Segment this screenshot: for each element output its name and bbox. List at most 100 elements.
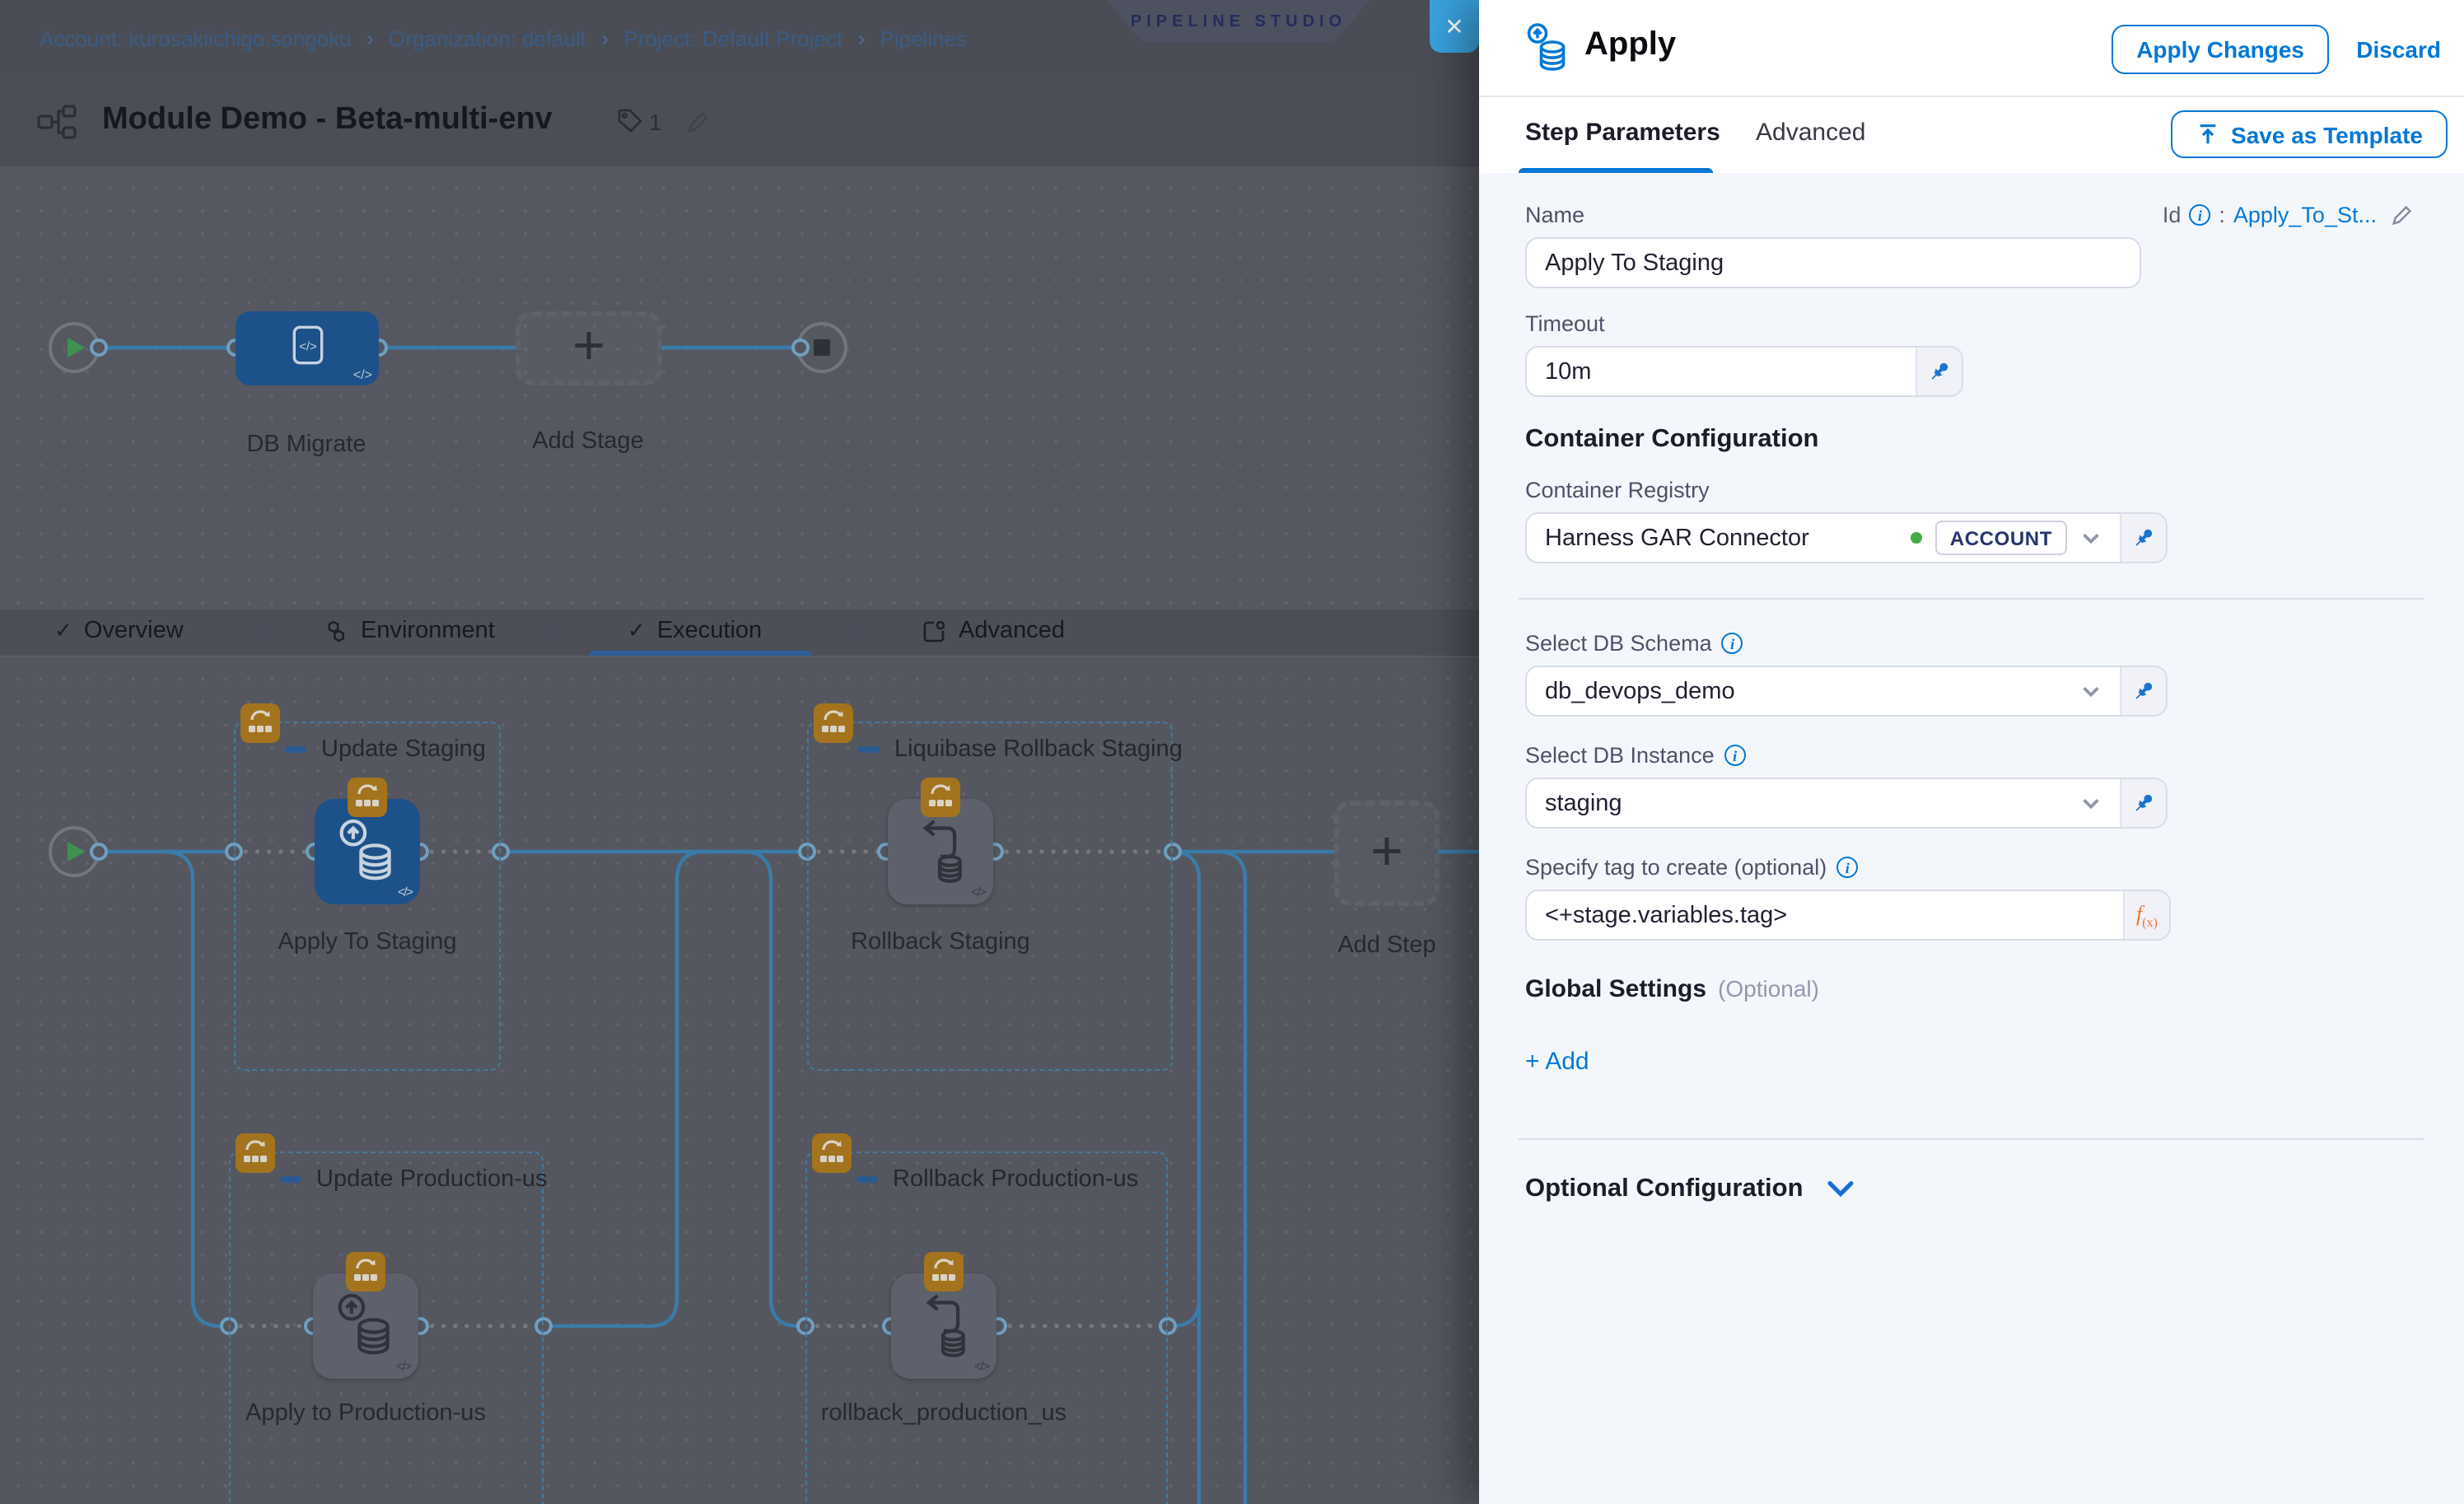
pipeline-studio-region: Account: kurosakiichigo.songoku › Organi… xyxy=(0,0,1479,1504)
breadcrumb-pipelines[interactable]: Pipelines xyxy=(880,26,968,50)
info-icon[interactable]: i xyxy=(1836,857,1858,878)
step-id-value[interactable]: Apply_To_St... xyxy=(2233,203,2377,227)
section-divider xyxy=(1519,598,2424,600)
stage-node-db-migrate[interactable]: </> </> xyxy=(236,311,379,385)
top-navbar: Account: kurosakiichigo.songoku › Organi… xyxy=(0,0,1479,76)
tab-overview[interactable]: ✓ Overview xyxy=(54,618,184,644)
step-group-icon xyxy=(921,778,960,817)
save-as-template-button[interactable]: Save as Template xyxy=(2170,110,2448,158)
apply-db-icon xyxy=(336,817,399,886)
step-group-icon xyxy=(924,1252,964,1291)
apply-changes-button[interactable]: Apply Changes xyxy=(2112,25,2329,74)
pipeline-icon xyxy=(36,104,79,148)
edit-pipeline-icon[interactable] xyxy=(685,109,712,143)
add-step-button[interactable]: + xyxy=(1334,801,1440,906)
pin-runtime-toggle[interactable] xyxy=(2120,514,2166,562)
stage-label-db-migrate[interactable]: DB Migrate xyxy=(183,427,430,463)
breadcrumb: Account: kurosakiichigo.songoku › Organi… xyxy=(40,25,967,51)
tag-input[interactable]: <+stage.variables.tag> xyxy=(1527,891,2123,939)
code-badge: </> xyxy=(396,1359,410,1374)
breadcrumb-project[interactable]: Project: Default Project xyxy=(623,26,842,50)
execution-canvas[interactable]: Update Staging Liquibase Rollback Stagin… xyxy=(0,657,1479,1504)
timeout-input[interactable]: 10m xyxy=(1527,348,1916,395)
collapse-icon[interactable] xyxy=(280,1177,301,1183)
add-stage-button[interactable]: + xyxy=(516,311,662,385)
db-instance-group: staging xyxy=(1525,778,2168,829)
add-step-label[interactable]: Add Step xyxy=(1263,927,1479,964)
name-input[interactable]: Apply To Staging xyxy=(1525,237,2141,288)
step-group-liquibase-rollback-staging[interactable]: Liquibase Rollback Staging xyxy=(807,722,1173,1071)
chevron-down-icon[interactable] xyxy=(2080,792,2102,814)
id-separator: : xyxy=(2219,203,2225,227)
pin-runtime-toggle[interactable] xyxy=(1916,348,1962,395)
connector-status-dot xyxy=(1911,532,1922,544)
optional-configuration-toggle[interactable]: Optional Configuration xyxy=(1525,1175,2418,1204)
chevron-right-icon: › xyxy=(845,614,854,647)
step-label[interactable]: Apply to Production-us xyxy=(242,1395,489,1432)
step-label[interactable]: rollback_production_us xyxy=(820,1395,1067,1432)
timeout-input-group: 10m xyxy=(1525,346,1963,397)
group-header[interactable]: Rollback Production-us xyxy=(856,1166,1138,1193)
collapse-icon[interactable] xyxy=(285,747,306,753)
start-node-icon xyxy=(68,338,86,357)
step-node-rollback-staging[interactable]: </> xyxy=(888,799,993,904)
close-panel-button[interactable]: ✕ xyxy=(1430,0,1479,53)
db-schema-select[interactable]: db_devops_demo xyxy=(1527,667,2120,715)
chevron-down-icon[interactable] xyxy=(2080,680,2102,702)
advanced-icon xyxy=(922,619,947,643)
edit-id-icon[interactable] xyxy=(2390,203,2415,227)
container-registry-select[interactable]: Harness GAR Connector ACCOUNT xyxy=(1527,514,2120,562)
step-node-rollback-production-us[interactable]: </> xyxy=(891,1273,996,1379)
apply-db-icon xyxy=(334,1291,397,1361)
add-global-setting-button[interactable]: + Add xyxy=(1525,1048,2418,1076)
step-node-apply-to-production-us[interactable]: </> xyxy=(313,1273,418,1379)
group-label-text: Update Production-us xyxy=(316,1166,548,1193)
tag-input-group: <+stage.variables.tag> f(x) xyxy=(1525,890,2171,941)
info-icon[interactable]: i xyxy=(1724,745,1746,766)
pin-runtime-toggle[interactable] xyxy=(2120,667,2166,715)
environment-icon xyxy=(324,619,349,643)
group-header[interactable]: Liquibase Rollback Staging xyxy=(858,736,1183,763)
step-node-apply-to-staging[interactable]: </> xyxy=(315,799,420,904)
db-schema-group: db_devops_demo xyxy=(1525,666,2168,717)
tab-step-parameters[interactable]: Step Parameters xyxy=(1525,119,1720,147)
pipeline-studio-badge: PIPELINE STUDIO xyxy=(1107,0,1370,43)
tag-label: Specify tag to create (optional) i xyxy=(1525,855,2418,880)
step-group-icon xyxy=(240,703,280,743)
chevron-down-icon[interactable] xyxy=(2080,527,2102,549)
breadcrumb-account[interactable]: Account: kurosakiichigo.songoku xyxy=(40,26,352,50)
step-config-panel: Apply Apply Changes Discard Step Paramet… xyxy=(1479,0,2464,1504)
pipeline-canvas[interactable]: </> </> + DB Migrate Add Stage xyxy=(0,166,1479,610)
start-node-icon xyxy=(68,842,86,862)
breadcrumb-organization[interactable]: Organization: default xyxy=(389,26,586,50)
info-icon[interactable]: i xyxy=(2189,204,2210,226)
pin-runtime-toggle[interactable] xyxy=(2120,779,2166,827)
collapse-icon[interactable] xyxy=(856,1177,878,1183)
pipeline-tags[interactable]: 1 xyxy=(616,107,662,135)
container-configuration-heading: Container Configuration xyxy=(1525,425,2418,455)
step-label[interactable]: Rollback Staging xyxy=(817,924,1064,960)
tab-advanced-panel[interactable]: Advanced xyxy=(1756,119,1865,147)
panel-title: Apply xyxy=(1584,26,1676,64)
db-instance-select[interactable]: staging xyxy=(1527,779,2120,827)
group-header[interactable]: Update Production-us xyxy=(280,1166,548,1193)
breadcrumb-separator: › xyxy=(857,25,865,51)
step-label[interactable]: Apply To Staging xyxy=(244,924,491,960)
add-stage-label[interactable]: Add Stage xyxy=(464,423,712,460)
fx-icon: f(x) xyxy=(2136,900,2158,929)
tab-advanced[interactable]: Advanced xyxy=(922,618,1065,644)
pin-icon xyxy=(1927,359,1952,384)
optional-configuration-heading: Optional Configuration xyxy=(1525,1175,1804,1204)
step-group-icon xyxy=(236,1133,275,1173)
db-schema-value: db_devops_demo xyxy=(1545,678,1735,704)
info-icon[interactable]: i xyxy=(1722,633,1743,654)
collapse-icon[interactable] xyxy=(858,747,880,753)
group-header[interactable]: Update Staging xyxy=(285,736,486,763)
expression-toggle[interactable]: f(x) xyxy=(2123,891,2169,939)
name-label: Name xyxy=(1525,203,1584,227)
tab-execution[interactable]: ✓ Execution xyxy=(628,618,762,644)
plus-icon: + xyxy=(1370,823,1403,879)
tab-environment[interactable]: Environment xyxy=(324,618,495,644)
discard-button[interactable]: Discard xyxy=(2356,36,2441,63)
step-parameters-form: Name Id i : Apply_To_St... Apply To Stag… xyxy=(1479,173,2464,1504)
